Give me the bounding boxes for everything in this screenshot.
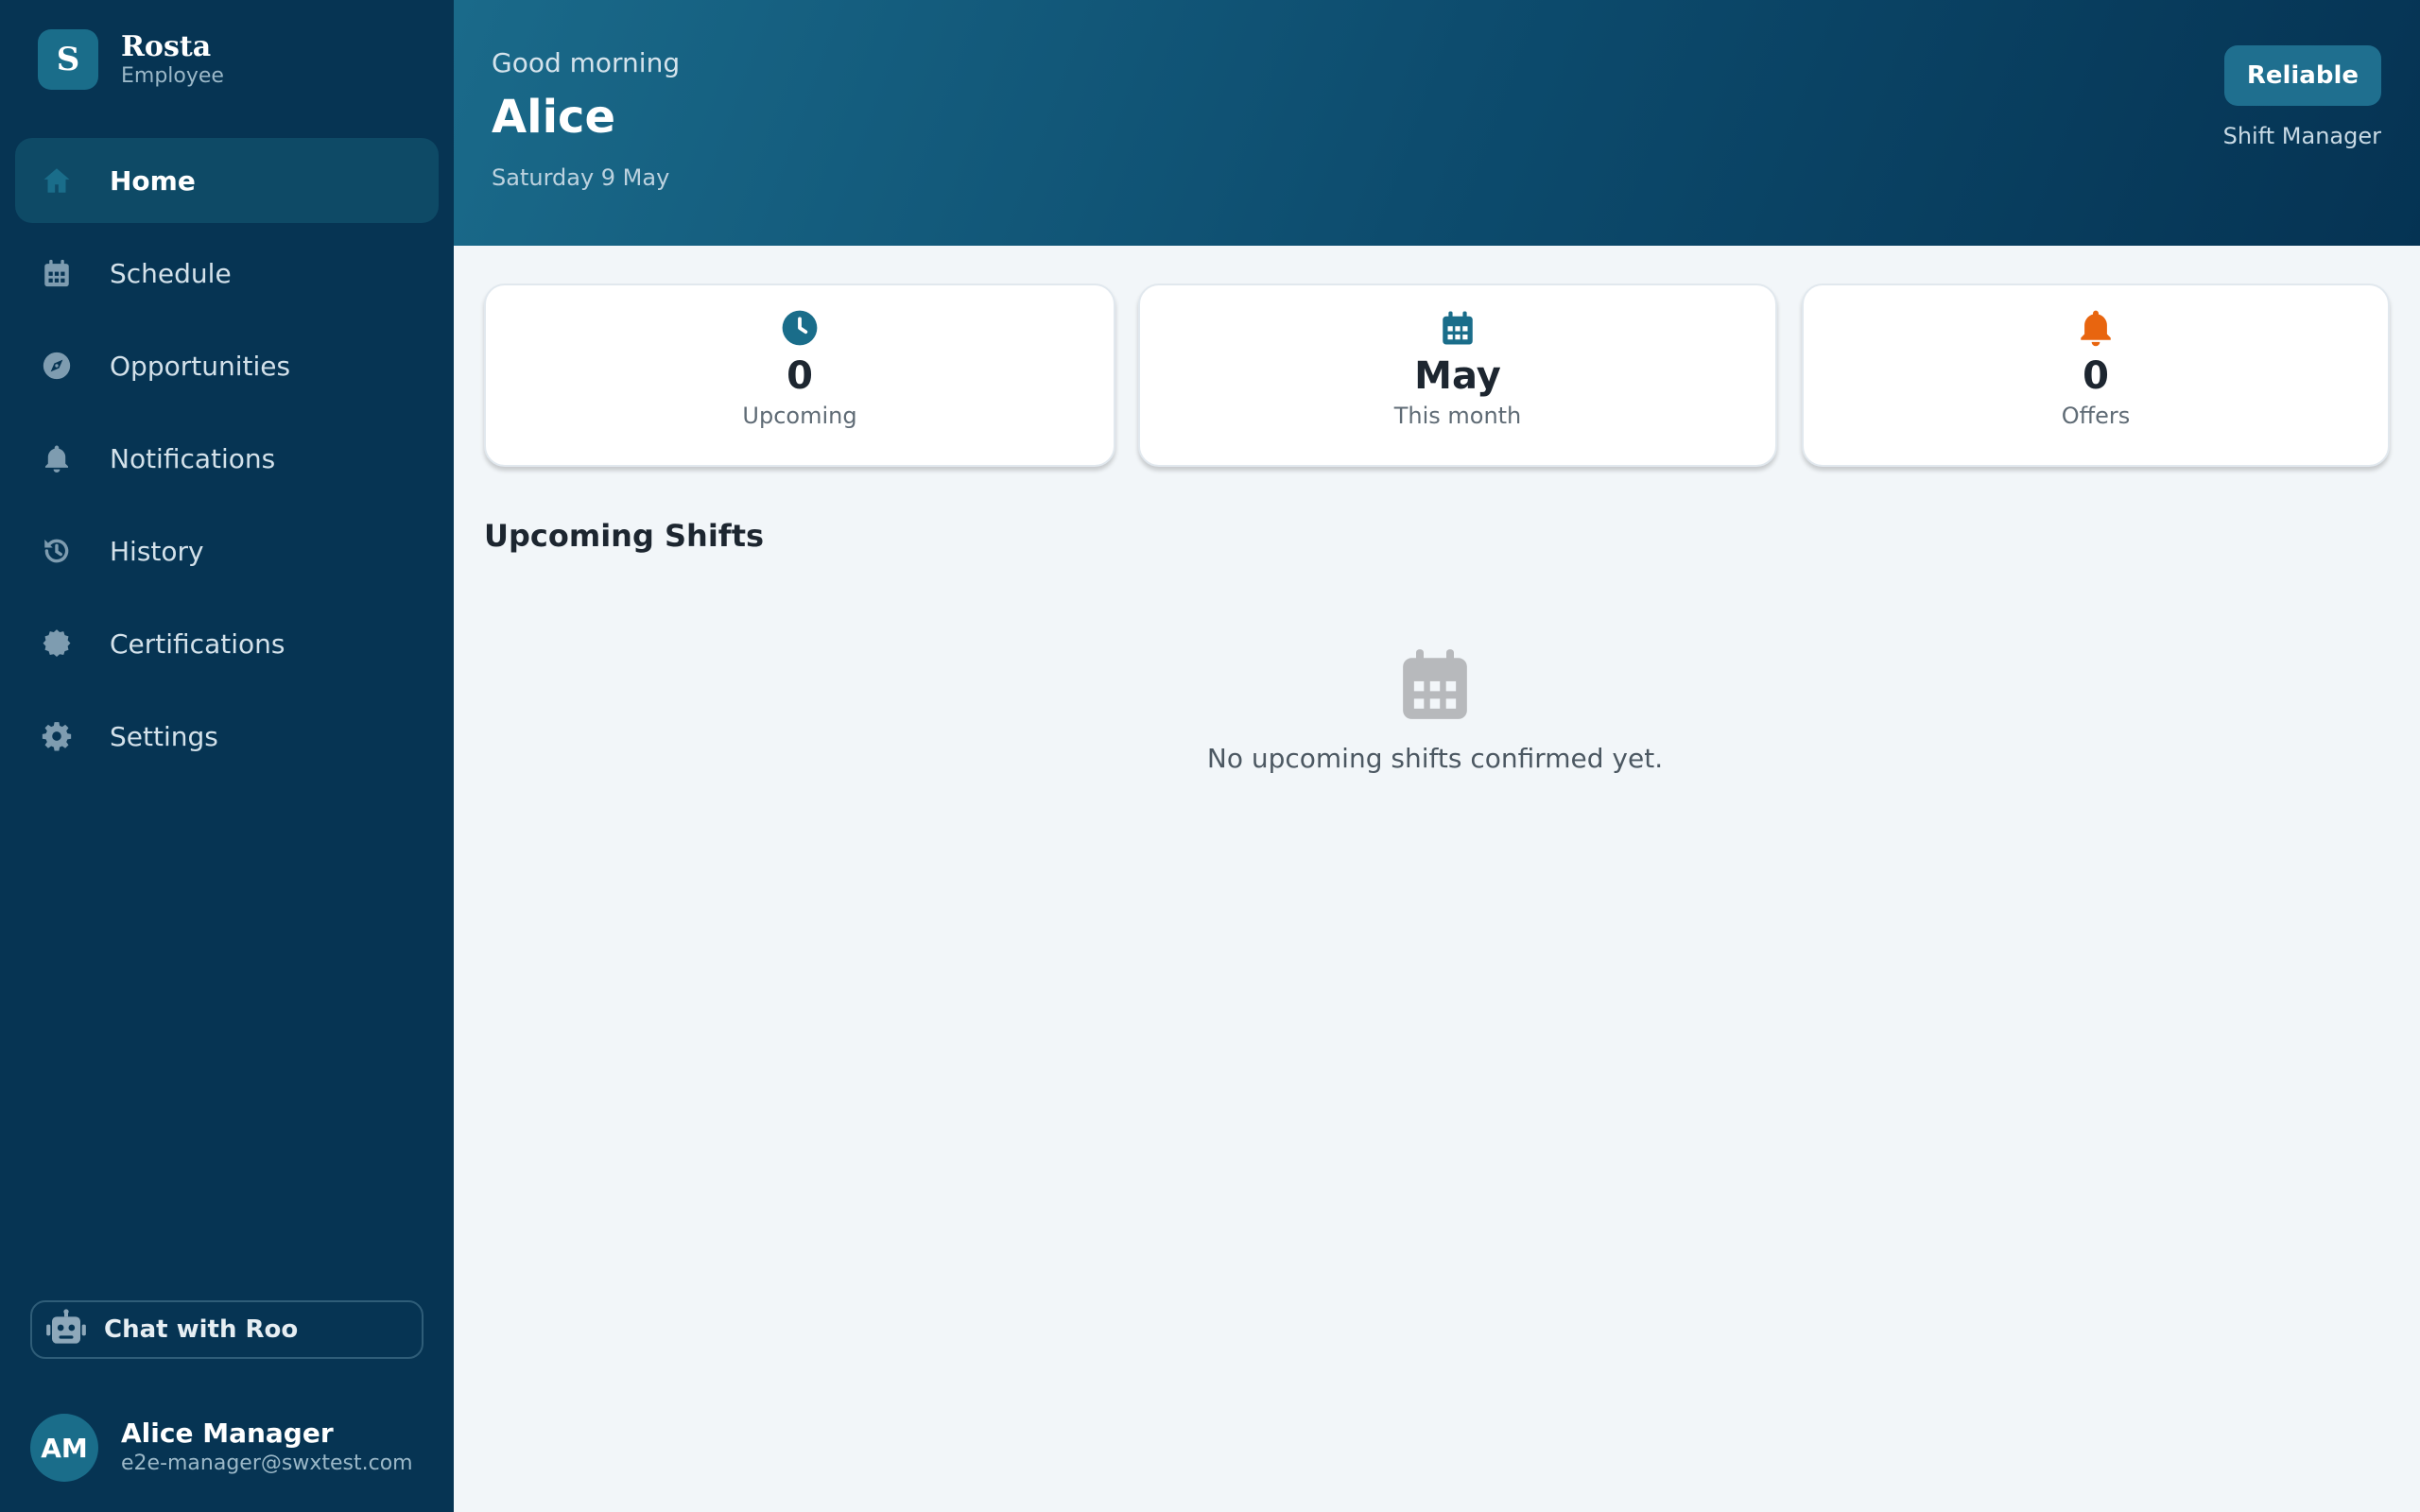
chat-label: Chat with Roo xyxy=(104,1315,299,1344)
brand[interactable]: S Rosta Employee xyxy=(38,29,224,90)
chat-with-roo-button[interactable]: Chat with Roo xyxy=(30,1300,424,1359)
bell-icon xyxy=(2076,308,2116,348)
clock-icon xyxy=(780,308,820,348)
sidebar-item-history[interactable]: History xyxy=(15,508,439,593)
app-name: Rosta xyxy=(121,30,212,63)
sidebar-item-label: Settings xyxy=(110,720,218,752)
stat-label: This month xyxy=(1393,403,1522,429)
sidebar-item-settings[interactable]: Settings xyxy=(15,694,439,779)
avatar: AM xyxy=(30,1414,98,1482)
certificate-icon xyxy=(40,627,74,661)
stat-label: Upcoming xyxy=(742,403,857,429)
robot-icon xyxy=(45,1309,87,1350)
calendar-icon xyxy=(40,256,74,290)
greeting: Good morning xyxy=(492,47,681,78)
user-profile[interactable]: AM Alice Manager e2e-manager@swxtest.com xyxy=(30,1414,413,1482)
bell-icon xyxy=(40,441,74,475)
upcoming-shifts-title: Upcoming Shifts xyxy=(484,518,765,554)
sidebar-item-home[interactable]: Home xyxy=(15,138,439,223)
compass-icon xyxy=(40,349,74,383)
history-icon xyxy=(40,534,74,568)
stat-card-offers[interactable]: 0 Offers xyxy=(1802,284,2390,467)
page-title: Alice xyxy=(492,91,616,144)
sidebar-nav: Home Schedule Opportunities Notification… xyxy=(15,138,439,786)
calendar-icon xyxy=(1399,646,1471,722)
sidebar-item-label: Opportunities xyxy=(110,350,291,382)
current-date: Saturday 9 May xyxy=(492,164,670,191)
gear-icon xyxy=(40,719,74,753)
sidebar: S Rosta Employee Home Schedule Opportuni… xyxy=(0,0,454,1512)
sidebar-item-label: Home xyxy=(110,164,196,197)
stat-value: May xyxy=(1414,354,1501,398)
stat-value: 0 xyxy=(2083,354,2109,398)
sidebar-item-label: Schedule xyxy=(110,257,232,289)
app-logo: S xyxy=(38,29,98,90)
reliability-badge[interactable]: Reliable xyxy=(2223,45,2381,106)
sidebar-item-certifications[interactable]: Certifications xyxy=(15,601,439,686)
sidebar-item-schedule[interactable]: Schedule xyxy=(15,231,439,316)
stat-card-this-month[interactable]: May This month xyxy=(1138,284,1777,467)
app-subtitle: Employee xyxy=(121,64,224,88)
sidebar-item-opportunities[interactable]: Opportunities xyxy=(15,323,439,408)
stat-card-upcoming[interactable]: 0 Upcoming xyxy=(484,284,1115,467)
user-name: Alice Manager xyxy=(121,1418,334,1449)
sidebar-item-notifications[interactable]: Notifications xyxy=(15,416,439,501)
sidebar-item-label: Certifications xyxy=(110,627,285,660)
role-label: Shift Manager xyxy=(2222,123,2381,149)
stat-label: Offers xyxy=(2061,403,2131,429)
home-icon xyxy=(40,163,74,198)
empty-state-message: No upcoming shifts confirmed yet. xyxy=(1206,743,1664,774)
sidebar-item-label: History xyxy=(110,535,204,567)
sidebar-item-label: Notifications xyxy=(110,442,276,474)
user-email: e2e-manager@swxtest.com xyxy=(121,1452,413,1475)
stat-value: 0 xyxy=(786,354,813,398)
calendar-icon xyxy=(1438,308,1478,348)
welcome-header: Good morning Alice Saturday 9 May Reliab… xyxy=(454,0,2420,246)
